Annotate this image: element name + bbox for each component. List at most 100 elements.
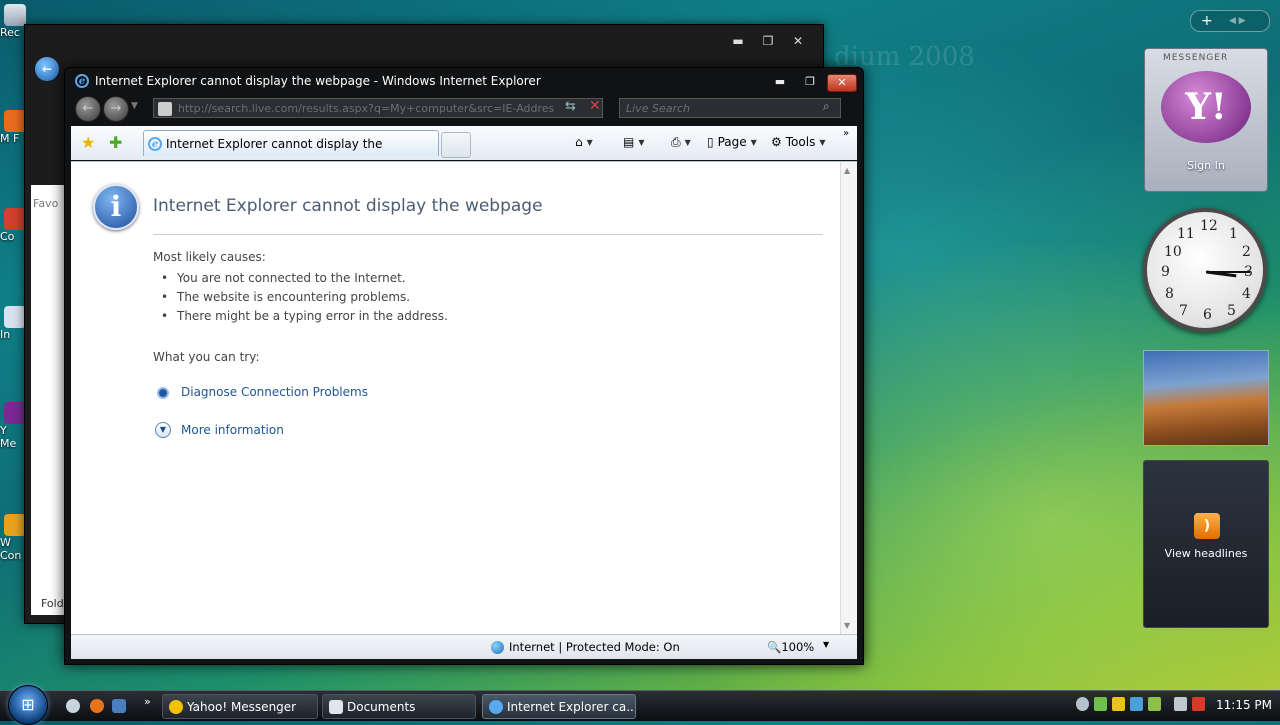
- chevron-down-icon[interactable]: ▼: [823, 640, 829, 649]
- system-tray: [1076, 697, 1205, 711]
- tray-app-icon[interactable]: [1130, 697, 1143, 711]
- desktop-icon-computer[interactable]: Co: [0, 208, 26, 243]
- rss-icon: ▤: [623, 135, 635, 149]
- taskbar-button-documents[interactable]: Documents: [322, 694, 476, 719]
- view-headlines-link[interactable]: View headlines: [1144, 547, 1268, 560]
- chevron-down-icon: ▼: [819, 137, 826, 147]
- search-input[interactable]: Live Search: [619, 98, 841, 118]
- folder-icon: [329, 700, 343, 714]
- slideshow-gadget[interactable]: [1143, 350, 1269, 446]
- refresh-icon[interactable]: ⇆: [565, 99, 576, 114]
- folders-label[interactable]: Fold: [41, 597, 64, 610]
- desktop-icon-label: In: [0, 328, 11, 341]
- tab-current[interactable]: e Internet Explorer cannot display the w…: [143, 130, 439, 177]
- expand-icon[interactable]: ▼: [155, 422, 171, 438]
- stop-icon[interactable]: ✕: [589, 98, 601, 114]
- zoom-level[interactable]: 🔍100%: [767, 640, 814, 654]
- home-button[interactable]: ⌂ ▼: [575, 135, 593, 149]
- desktop-icon-label: Rec: [0, 26, 20, 39]
- network-icon[interactable]: [1174, 697, 1187, 711]
- ie-quicklaunch-icon[interactable]: [66, 699, 80, 713]
- minute-hand: [1206, 271, 1250, 273]
- bullet-icon: [157, 387, 169, 399]
- clock-numeral: 5: [1227, 303, 1236, 319]
- desktop-icon-recycle-bin[interactable]: Rec: [0, 4, 26, 39]
- start-button[interactable]: ⊞: [8, 685, 48, 725]
- page-title: Internet Explorer cannot display the web…: [153, 196, 543, 216]
- tab-bar: ★ ✚ e Internet Explorer cannot display t…: [71, 126, 857, 177]
- minimize-button[interactable]: ▬: [767, 74, 793, 90]
- desktop-icon-label: Y Me: [0, 424, 17, 450]
- security-shield-icon[interactable]: [1112, 697, 1125, 711]
- more-commands-chevron[interactable]: »: [843, 128, 849, 139]
- taskbar-button-yahoo-messenger[interactable]: Yahoo! Messenger: [162, 694, 318, 719]
- rss-icon: ): [1194, 513, 1220, 539]
- sign-in-button[interactable]: Sign In: [1145, 159, 1267, 172]
- minimize-button[interactable]: ▬: [727, 33, 749, 49]
- chevron-down-icon: ▼: [684, 138, 691, 147]
- tray-app-icon[interactable]: [1148, 697, 1161, 711]
- vertical-scrollbar[interactable]: ▲ ▼: [840, 162, 857, 634]
- add-favorites-icon[interactable]: ✚: [109, 133, 122, 152]
- security-zone[interactable]: Internet | Protected Mode: On: [491, 640, 680, 654]
- volume-muted-icon[interactable]: [1192, 697, 1205, 711]
- desktop-icon-internet[interactable]: In: [0, 306, 26, 341]
- cause-item: The website is encountering problems.: [161, 290, 410, 304]
- more-information-link[interactable]: More information: [181, 423, 284, 437]
- recent-pages-dropdown[interactable]: ▼: [131, 101, 138, 111]
- computer-icon: [4, 208, 26, 230]
- firefox-icon[interactable]: [90, 699, 104, 713]
- feed-headlines-gadget[interactable]: ) View headlines: [1143, 460, 1269, 628]
- clock-numeral: 12: [1200, 218, 1218, 234]
- favorites-star-icon[interactable]: ★: [81, 133, 95, 152]
- maximize-button[interactable]: ❐: [797, 74, 823, 90]
- clock-numeral: 8: [1165, 286, 1174, 302]
- search-icon[interactable]: ⌕: [823, 99, 830, 114]
- info-icon: i: [93, 184, 139, 230]
- desktop-icon-media[interactable]: M F: [0, 110, 26, 145]
- taskbar-button-label: Documents: [347, 700, 416, 714]
- maximize-button[interactable]: ❐: [757, 33, 779, 49]
- page-menu[interactable]: ▯ Page ▼: [707, 135, 757, 149]
- status-bar: Internet | Protected Mode: On 🔍100% ▼: [71, 634, 857, 659]
- show-desktop-icon[interactable]: [112, 699, 126, 713]
- address-bar[interactable]: http://search.live.com/results.aspx?q=My…: [153, 98, 603, 118]
- window-title: e Internet Explorer cannot display the w…: [75, 74, 541, 88]
- page-icon: [158, 102, 172, 116]
- gadget-page-arrows-icon[interactable]: ◀ ▶: [1229, 11, 1246, 31]
- desktop-icon-label: W Con: [0, 536, 22, 562]
- back-button[interactable]: ←: [35, 57, 59, 81]
- yahoo-messenger-gadget[interactable]: MESSENGER Y! Sign In: [1144, 48, 1268, 192]
- clock-numeral: 1: [1229, 226, 1238, 242]
- desktop-icon-yahoo[interactable]: Y Me: [0, 402, 26, 450]
- window-title-text: Internet Explorer cannot display the web…: [95, 74, 541, 88]
- tools-menu[interactable]: ⚙ Tools ▼: [771, 135, 825, 149]
- quicklaunch-chevron-icon[interactable]: »: [144, 695, 151, 708]
- print-button[interactable]: ⎙ ▼: [671, 135, 691, 150]
- taskbar-button-internet-explorer[interactable]: Internet Explorer ca...: [482, 694, 636, 719]
- clock-numeral: 11: [1177, 226, 1195, 242]
- close-button[interactable]: ✕: [787, 33, 809, 49]
- favorites-label: Favo: [33, 197, 59, 210]
- desktop-icon-wconn[interactable]: W Con: [0, 514, 26, 562]
- back-button[interactable]: ←: [75, 96, 101, 122]
- new-tab-button[interactable]: [441, 132, 471, 158]
- internet-explorer-window[interactable]: e Internet Explorer cannot display the w…: [64, 67, 864, 665]
- tray-app-icon[interactable]: [1094, 697, 1107, 711]
- taskbar-clock[interactable]: 11:15 PM: [1216, 698, 1272, 712]
- network-status-icon[interactable]: [1076, 697, 1089, 711]
- feeds-button[interactable]: ▤ ▼: [623, 135, 645, 149]
- causes-label: Most likely causes:: [153, 250, 266, 264]
- cause-item: There might be a typing error in the add…: [161, 309, 448, 323]
- page-menu-label: Page: [717, 135, 747, 149]
- cause-item: You are not connected to the Internet.: [161, 271, 406, 285]
- clock-gadget[interactable]: 12 3 6 9 1 2 4 5 7 8 10 11: [1143, 208, 1267, 332]
- forward-button[interactable]: →: [103, 96, 129, 122]
- close-button[interactable]: ✕: [827, 74, 857, 92]
- add-gadget-icon[interactable]: +: [1201, 11, 1213, 31]
- scroll-up-icon[interactable]: ▲: [844, 166, 850, 175]
- diagnose-connection-link[interactable]: Diagnose Connection Problems: [181, 385, 368, 399]
- connection-icon: [4, 514, 26, 536]
- scroll-down-icon[interactable]: ▼: [844, 621, 850, 630]
- clock-numeral: 6: [1203, 307, 1212, 323]
